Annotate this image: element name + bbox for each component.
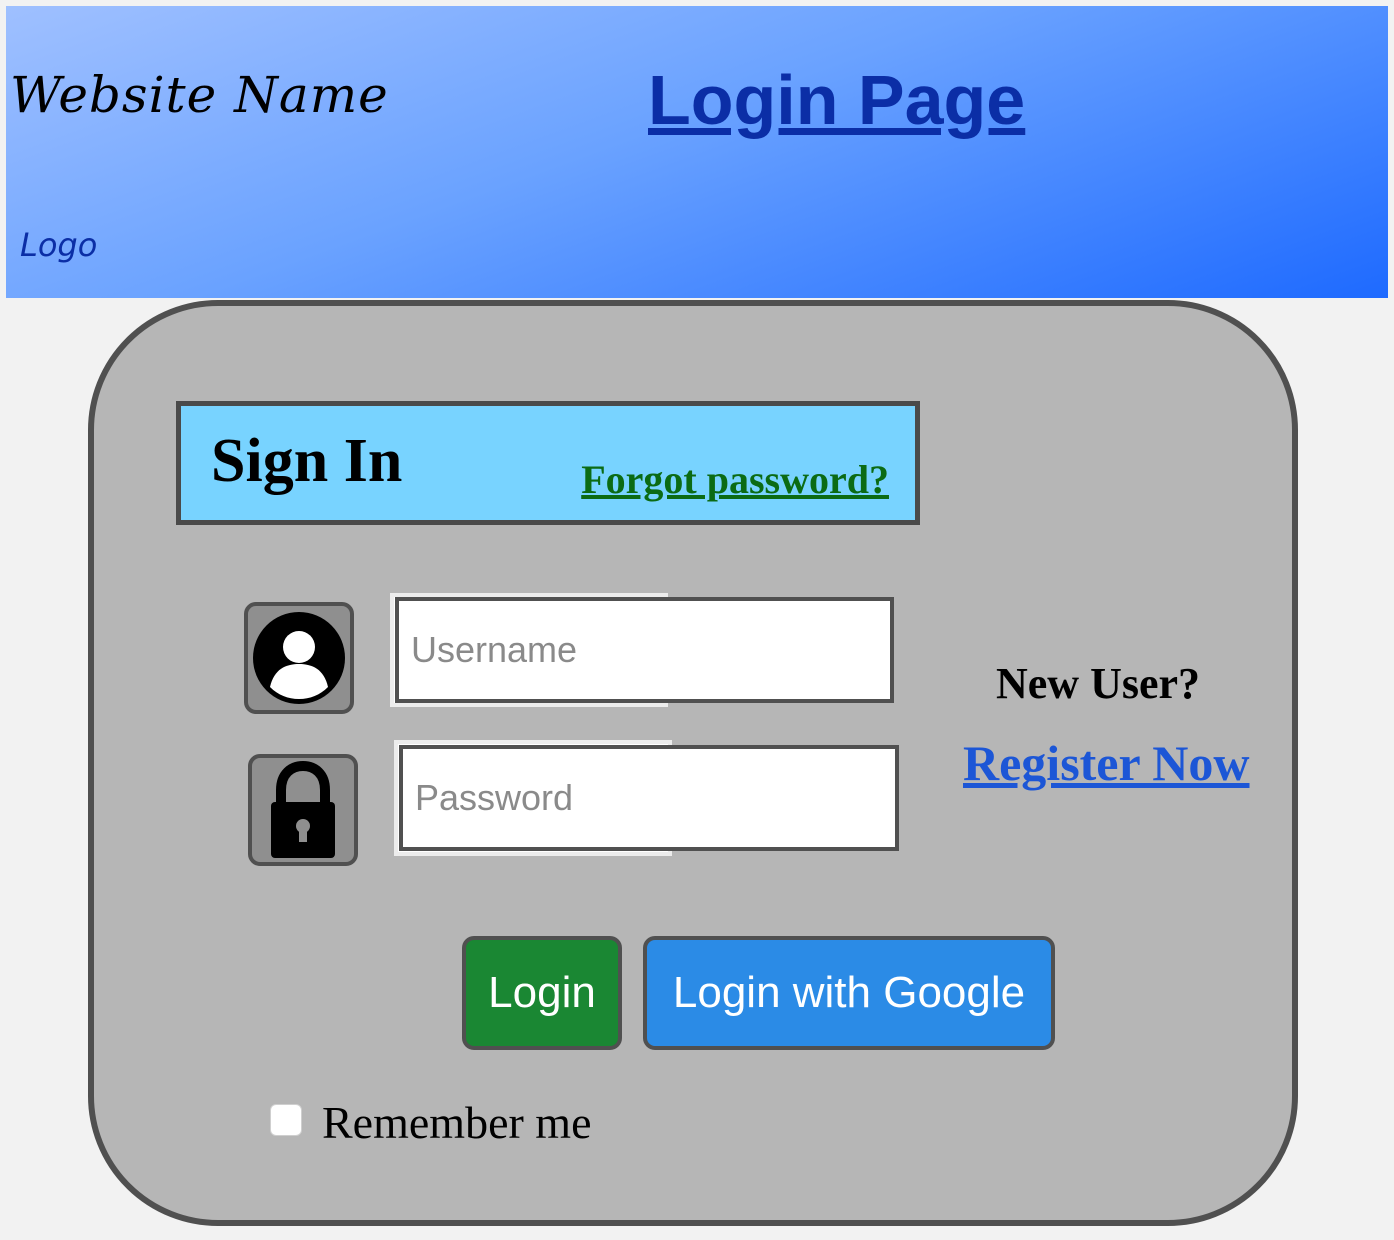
lock-icon-box — [248, 754, 358, 866]
signin-header-bar: Sign In Forgot password? — [176, 401, 920, 525]
remember-me-label: Remember me — [322, 1097, 592, 1148]
remember-me-checkbox[interactable] — [270, 1104, 302, 1136]
username-input[interactable] — [395, 597, 894, 703]
register-now-link[interactable]: Register Now — [963, 734, 1250, 792]
padlock-icon — [271, 760, 335, 858]
forgot-password-link[interactable]: Forgot password? — [581, 456, 889, 503]
password-input[interactable] — [399, 745, 899, 851]
site-header: Website Name Login Page Logo — [6, 6, 1388, 298]
user-icon-box — [244, 602, 354, 714]
login-with-google-button[interactable]: Login with Google — [643, 936, 1055, 1050]
signin-title: Sign In — [211, 427, 403, 495]
user-avatar-icon — [253, 612, 345, 704]
new-user-prompt: New User? — [996, 659, 1201, 708]
logo: Logo — [20, 226, 98, 264]
login-button[interactable]: Login — [462, 936, 622, 1050]
page-title-link[interactable]: Login Page — [648, 60, 1025, 140]
site-name: Website Name — [10, 66, 389, 124]
